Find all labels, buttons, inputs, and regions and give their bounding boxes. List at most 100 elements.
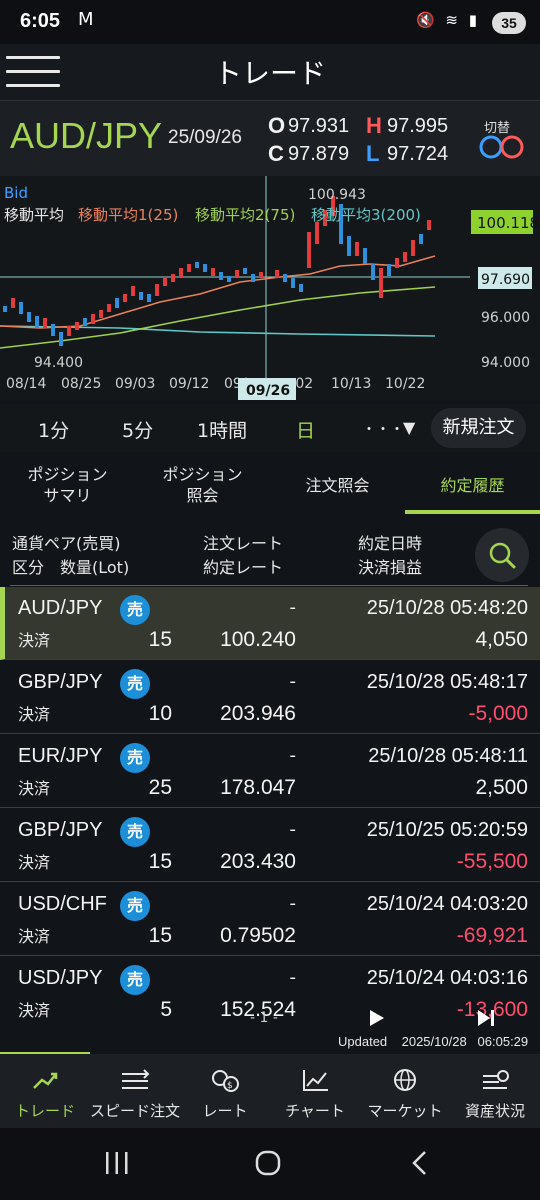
search-button[interactable] xyxy=(475,528,529,582)
bottom-nav: トレード スピード注文 $ レート チャート マーケット 資産状況 xyxy=(0,1054,540,1128)
open-value: 97.931 xyxy=(288,115,350,137)
close-value: 97.879 xyxy=(288,143,350,165)
tab-order-inquiry[interactable]: 注文照会 xyxy=(270,458,405,514)
search-icon xyxy=(489,542,516,569)
row-pnl: -55,500 xyxy=(456,850,528,873)
candle xyxy=(347,236,351,256)
table-row[interactable]: GBP/JPY 売 決済 15 - 203.430 25/10/25 05:20… xyxy=(0,809,540,882)
row-pair: USD/CHF xyxy=(18,893,107,915)
row-pnl: 4,050 xyxy=(475,628,528,651)
ma3-label: 移動平均3(200) xyxy=(311,206,421,224)
tab-execution-history[interactable]: 約定履歴 xyxy=(405,458,540,514)
tab-position-inquiry[interactable]: ポジション 照会 xyxy=(135,458,270,514)
candle xyxy=(203,264,207,272)
hamburger-icon[interactable] xyxy=(6,54,60,90)
tab-position-summary[interactable]: ポジション サマリ xyxy=(0,458,135,514)
candle xyxy=(299,284,303,292)
status-icons: 🔇 ≋ ▮ xyxy=(415,11,480,29)
row-pair: GBP/JPY xyxy=(18,819,103,841)
candle xyxy=(387,264,391,276)
candle xyxy=(91,314,95,324)
next-page-icon[interactable] xyxy=(368,1008,386,1028)
candle xyxy=(395,258,399,268)
quote-panel: AUD/JPY 25/09/26 O 97.931 C 97.879 H 97.… xyxy=(0,100,540,176)
nav-assets[interactable]: 資産状況 xyxy=(450,1054,540,1128)
row-type: 決済 xyxy=(18,853,51,872)
page-number: - 1 - xyxy=(250,1010,278,1026)
timeframe-day[interactable]: 日 xyxy=(296,416,315,443)
crosshair-price: 97.690 xyxy=(481,272,530,288)
timeframe-5min[interactable]: 5分 xyxy=(122,416,153,443)
low-annotation: 94.400 xyxy=(34,355,83,371)
row-pair: AUD/JPY xyxy=(18,597,103,619)
new-order-button[interactable]: 新規注文 xyxy=(431,408,526,448)
row-qty: 15 xyxy=(148,850,172,873)
row-order-rate: - xyxy=(289,671,297,692)
nav-market[interactable]: マーケット xyxy=(360,1054,450,1128)
more-timeframes[interactable]: ・・・ xyxy=(362,419,404,439)
candle xyxy=(147,294,151,302)
candle xyxy=(11,298,15,308)
row-exec-rate: 178.047 xyxy=(220,776,296,799)
ma-label: 移動平均 xyxy=(4,206,64,224)
table-row[interactable]: AUD/JPY 売 決済 15 - 100.240 25/10/28 05:48… xyxy=(0,587,540,660)
svg-text:$: $ xyxy=(227,1081,233,1091)
home-icon[interactable] xyxy=(254,1149,282,1177)
high-value: 97.995 xyxy=(387,115,449,137)
candle xyxy=(403,252,407,262)
timeframe-1hour[interactable]: 1時間 xyxy=(197,416,247,443)
table-row[interactable]: USD/CHF 売 決済 15 - 0.79502 25/10/24 04:03… xyxy=(0,883,540,956)
nav-speed-order[interactable]: スピード注文 xyxy=(90,1054,180,1128)
recent-apps-icon[interactable] xyxy=(104,1150,130,1176)
candle xyxy=(107,304,111,312)
globe-icon xyxy=(394,1069,416,1091)
current-price: 100.118 xyxy=(477,214,539,232)
col-pair-header: 通貨ペア(売買) xyxy=(12,534,121,553)
row-pair: GBP/JPY xyxy=(18,671,103,693)
x-tick: 10/13 xyxy=(331,376,371,392)
row-exec-rate: 203.946 xyxy=(220,702,296,725)
candle xyxy=(43,318,47,328)
y-tick: 96.000 xyxy=(481,310,530,326)
row-exec-rate: 203.430 xyxy=(220,850,296,873)
nav-rate[interactable]: $ レート xyxy=(180,1054,270,1128)
chevron-down-icon[interactable]: ▼ xyxy=(403,418,415,437)
candle xyxy=(411,240,415,256)
speed-order-icon xyxy=(122,1069,150,1089)
candle xyxy=(51,324,55,336)
candle xyxy=(291,278,295,288)
ma2-line xyxy=(0,286,436,349)
updated-time: 06:05:29 xyxy=(477,1034,529,1049)
last-page-icon[interactable] xyxy=(476,1008,496,1028)
row-datetime: 25/10/28 05:48:11 xyxy=(368,745,528,767)
x-tick: 10/22 xyxy=(385,376,425,392)
row-type: 決済 xyxy=(18,631,51,650)
row-qty: 10 xyxy=(148,702,172,725)
row-order-rate: - xyxy=(289,597,297,618)
nav-chart[interactable]: チャート xyxy=(270,1054,360,1128)
price-chart[interactable]: Bid 移動平均 移動平均1(25) 移動平均2(75) 移動平均3(200) … xyxy=(0,176,540,400)
y-tick: 94.000 xyxy=(481,355,530,371)
col-type-qty-header: 区分 数量(Lot) xyxy=(12,558,130,577)
table-row[interactable]: GBP/JPY 売 決済 10 - 203.946 25/10/28 05:48… xyxy=(0,661,540,734)
assets-icon xyxy=(483,1070,509,1089)
chart-canvas[interactable]: Bid 移動平均 移動平均1(25) 移動平均2(75) 移動平均3(200) … xyxy=(0,176,540,400)
candle xyxy=(195,262,199,268)
candle xyxy=(227,276,231,282)
table-row[interactable]: EUR/JPY 売 決済 25 - 178.047 25/10/28 05:48… xyxy=(0,735,540,808)
row-pair: USD/JPY xyxy=(18,967,103,989)
currency-pair[interactable]: AUD/JPY xyxy=(10,115,162,157)
row-pnl: -69,921 xyxy=(456,924,528,947)
timeframe-bar: 1分 5分 1時間 日 ・・・ ▼ 新規注文 xyxy=(0,404,540,452)
candle xyxy=(355,242,359,256)
currency-icon: $ xyxy=(212,1070,239,1092)
candle xyxy=(315,222,319,244)
pager: - 1 - Updated 2025/10/28 06:05:29 xyxy=(0,1002,540,1054)
bid-label: Bid xyxy=(4,184,28,202)
back-icon[interactable] xyxy=(408,1149,430,1177)
candle xyxy=(371,264,375,280)
nav-trade[interactable]: トレード xyxy=(0,1054,90,1128)
switch-icon[interactable] xyxy=(477,134,527,160)
timeframe-1min[interactable]: 1分 xyxy=(38,416,69,443)
candle xyxy=(235,270,239,278)
